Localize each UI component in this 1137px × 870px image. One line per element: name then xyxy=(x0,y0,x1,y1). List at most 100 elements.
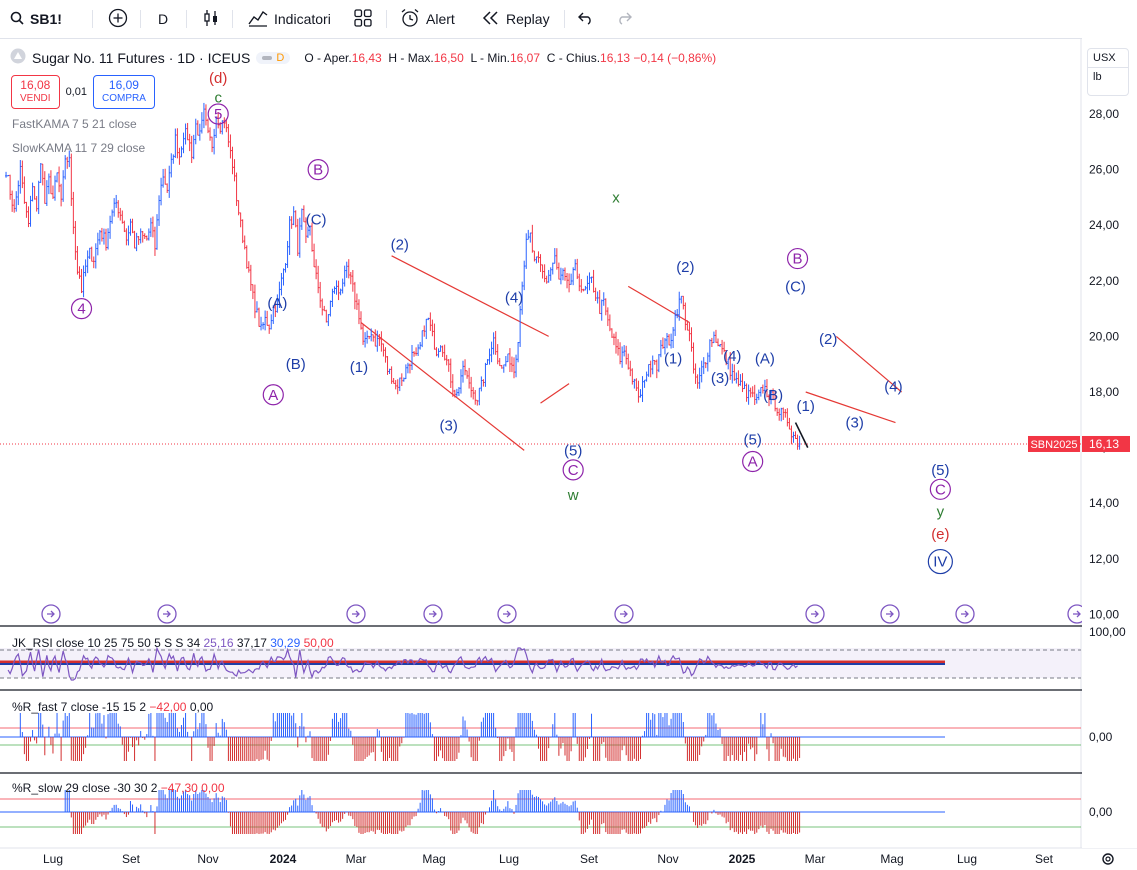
interval-button[interactable]: D xyxy=(158,0,168,38)
rsi-value-4: 50,00 xyxy=(303,636,334,650)
high-value: 16,50 xyxy=(433,50,464,65)
wave-label: (B) xyxy=(286,356,306,373)
wave-label: (4) xyxy=(884,378,902,395)
wr-slow-value-1: −47,30 xyxy=(160,781,198,795)
buy-button[interactable]: 16,09 COMPRA xyxy=(92,75,155,109)
price-tick-label: 18,00 xyxy=(1089,385,1119,399)
time-tick-label: Mar xyxy=(805,852,826,866)
grid-icon xyxy=(354,8,372,30)
redo-button[interactable] xyxy=(616,0,632,38)
event-marker-icon[interactable] xyxy=(805,604,825,624)
fast-kama-label[interactable]: FastKAMA 7 5 21 close xyxy=(12,117,137,131)
wr-fast-title: %R_fast 7 close -15 15 2 xyxy=(12,700,147,714)
alert-label: Alert xyxy=(426,11,455,27)
slow-kama-label[interactable]: SlowKAMA 11 7 29 close xyxy=(12,141,145,155)
wave-label: (1) xyxy=(664,351,682,368)
wr-slow-pane xyxy=(0,790,1081,834)
wave-label: x xyxy=(612,189,620,206)
alert-button[interactable]: Alert xyxy=(400,0,455,38)
trendlines xyxy=(0,255,1081,451)
rsi-title: JK_RSI close 10 25 75 50 5 S S 34 xyxy=(12,636,201,650)
ohlc-values: O - Aper.16,43 H - Max.16,50 L - Min.16,… xyxy=(304,51,716,65)
symbol-search[interactable]: SB1! xyxy=(10,0,62,38)
wave-label: B xyxy=(793,251,803,268)
interval-label: D xyxy=(158,11,169,27)
wr-slow-legend: %R_slow 29 close -30 30 2 −47,30 0,00 xyxy=(12,781,225,795)
wave-label: A xyxy=(268,387,278,404)
open-value: 16,43 xyxy=(351,50,382,65)
rsi-value-2: 37,17 xyxy=(236,636,267,650)
event-marker-icon[interactable] xyxy=(497,604,517,624)
wave-label: (3) xyxy=(440,417,458,434)
indicators-button[interactable]: Indicatori xyxy=(248,0,331,38)
wave-label: (A) xyxy=(267,295,287,312)
wave-label: (5) xyxy=(744,431,762,448)
wave-label: (A) xyxy=(755,351,775,368)
event-marker-icon[interactable] xyxy=(346,604,366,624)
compare-button[interactable] xyxy=(108,0,128,38)
trade-panel: 16,08 VENDI 0,01 16,09 COMPRA xyxy=(11,75,155,109)
price-tick-label: 10,00 xyxy=(1089,607,1119,621)
layouts-button[interactable] xyxy=(354,0,372,38)
sell-button[interactable]: 16,08 VENDI xyxy=(11,75,60,109)
wave-label: A xyxy=(748,454,758,471)
time-tick-label: Nov xyxy=(197,852,218,866)
event-marker-icon[interactable] xyxy=(880,604,900,624)
wave-label: y xyxy=(937,504,945,521)
rsi-pane xyxy=(0,646,1081,681)
toolbar-divider xyxy=(232,10,233,28)
wave-label: C xyxy=(935,481,946,498)
undo-icon xyxy=(578,11,594,28)
wave-label: (e) xyxy=(931,526,949,543)
chart-canvas[interactable]: (d)c54B(C)(A)(B)A(2)(1)(3)(4)(5)Cwx(2)(1… xyxy=(0,38,1137,870)
event-marker-icon[interactable] xyxy=(157,604,177,624)
time-axis: Lug Set Nov 2024 Mar Mag Lug Set Nov 2025 Mar Mag Lu… xyxy=(43,852,1114,866)
search-icon xyxy=(10,11,24,28)
close-label: C - Chius. xyxy=(546,50,601,65)
spread-value: 0,01 xyxy=(65,86,87,98)
change-value: −0,14 (−0,86%) xyxy=(633,50,717,65)
settings-gear-icon[interactable] xyxy=(1102,853,1114,865)
wr-fast-legend: %R_fast 7 close -15 15 2 −42,00 0,00 xyxy=(12,700,213,714)
event-marker-icon[interactable] xyxy=(614,604,634,624)
wr-fast-axis-label: 0,00 xyxy=(1089,730,1113,744)
time-tick-label: Lug xyxy=(499,852,519,866)
wr-fast-value-1: −42,00 xyxy=(149,700,187,714)
wave-label: IV xyxy=(933,554,947,571)
wave-label: (3) xyxy=(846,415,864,432)
alarm-clock-icon xyxy=(400,8,420,31)
time-tick-label: 2025 xyxy=(729,852,756,866)
event-marker-icon[interactable] xyxy=(41,604,61,624)
toolbar-divider xyxy=(140,10,141,28)
event-markers[interactable] xyxy=(41,604,1087,624)
time-tick-label: Lug xyxy=(957,852,977,866)
wave-label: w xyxy=(567,487,579,504)
undo-button[interactable] xyxy=(578,0,594,38)
sell-label: VENDI xyxy=(20,93,51,104)
toolbar-divider xyxy=(92,10,93,28)
time-tick-label: Lug xyxy=(43,852,63,866)
replay-button[interactable]: Replay xyxy=(482,0,550,38)
event-marker-icon[interactable] xyxy=(955,604,975,624)
price-unit-selector[interactable]: USX lb xyxy=(1087,48,1129,96)
redo-icon xyxy=(616,11,632,28)
event-marker-icon[interactable] xyxy=(423,604,443,624)
low-label: L - Min. xyxy=(470,50,510,65)
rsi-value-3: 30,29 xyxy=(270,636,301,650)
price-tick-label: 24,00 xyxy=(1089,218,1119,232)
price-tick-label: 22,00 xyxy=(1089,274,1119,288)
time-tick-label: Mar xyxy=(346,852,367,866)
trendline xyxy=(540,383,570,404)
buy-price: 16,09 xyxy=(108,78,139,92)
open-label: O - Aper. xyxy=(304,50,352,65)
chart-type-button[interactable] xyxy=(202,0,220,38)
trendline xyxy=(627,285,690,324)
buy-label: COMPRA xyxy=(101,93,146,104)
toolbar-divider xyxy=(386,10,387,28)
last-symbol-text: SBN2025 xyxy=(1030,439,1077,451)
wave-labels: (d)c54B(C)(A)(B)A(2)(1)(3)(4)(5)Cwx(2)(1… xyxy=(70,70,953,575)
time-tick-label: Set xyxy=(580,852,599,866)
wave-label: (3) xyxy=(711,370,729,387)
price-tick-label: 28,00 xyxy=(1089,107,1119,121)
wave-label: (5) xyxy=(931,462,949,479)
